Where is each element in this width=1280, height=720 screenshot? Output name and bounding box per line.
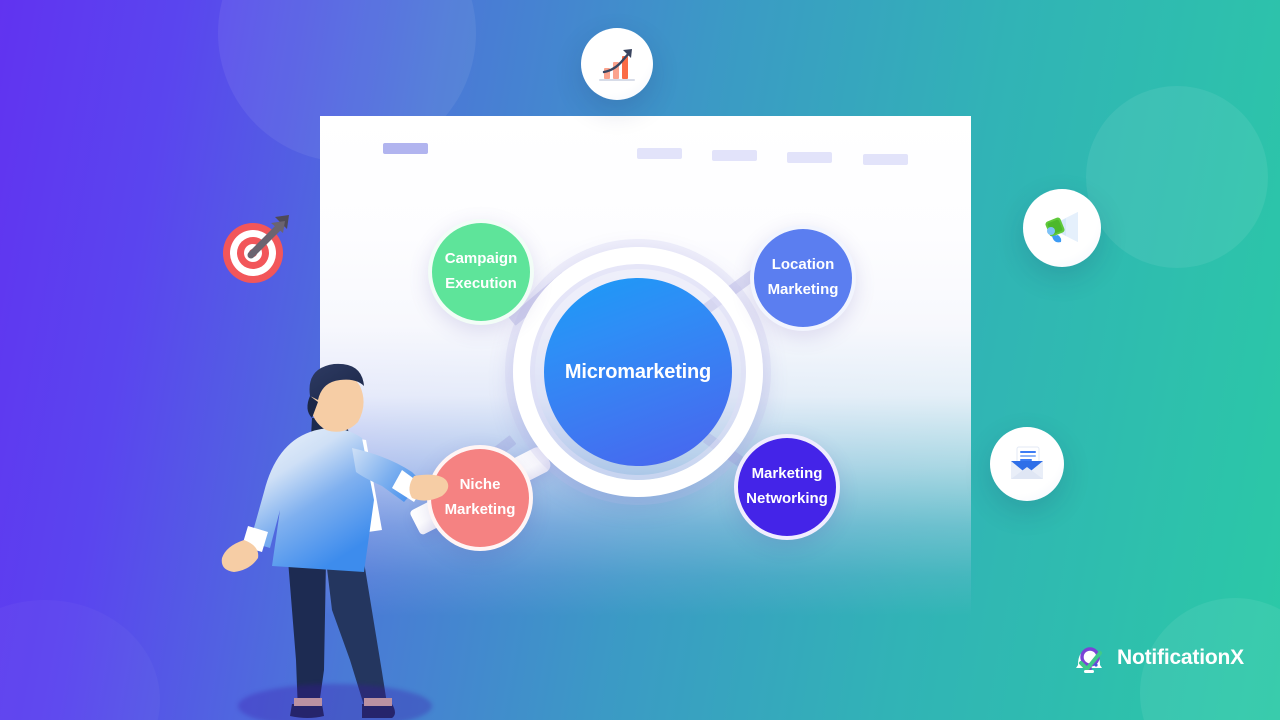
card-top-bar <box>320 116 971 178</box>
node-campaign-execution-line2: Execution <box>445 275 517 292</box>
character-left-hand <box>221 540 259 572</box>
background-blob-bottom-left <box>0 600 160 720</box>
node-location-marketing-line2: Marketing <box>767 281 839 298</box>
node-niche-marketing-line1: Niche <box>459 476 501 494</box>
node-marketing-networking-line1: Marketing <box>751 465 823 483</box>
brand-logo[interactable]: NotificationX <box>1071 640 1244 676</box>
nav-placeholder-2[interactable] <box>712 150 757 161</box>
logo-placeholder-bar <box>383 143 428 154</box>
bell-check-icon <box>1076 647 1102 673</box>
character-right-hand <box>409 474 449 501</box>
nav-placeholder-1[interactable] <box>637 148 682 159</box>
nav-placeholder-4[interactable] <box>863 154 908 165</box>
character-ground-shadow <box>238 684 432 720</box>
nav-placeholder-3[interactable] <box>787 152 832 163</box>
node-location-marketing-line1: Location <box>771 256 835 274</box>
person-holding-magnifier-illustration <box>221 363 449 718</box>
target-dart-icon <box>223 215 289 283</box>
email-badge <box>990 427 1064 501</box>
email-envelope-icon <box>1011 446 1043 479</box>
node-marketing-networking[interactable]: Marketing Networking <box>734 434 840 540</box>
node-campaign-execution[interactable]: Campaign Execution <box>428 219 534 325</box>
megaphone-badge <box>1023 189 1101 267</box>
illustration-canvas: Micromarketing Campaign Execution Locati… <box>0 0 1280 720</box>
center-node-label: Micromarketing <box>564 360 712 383</box>
node-campaign-execution-line1: Campaign <box>444 250 518 268</box>
node-location-marketing[interactable]: Location Marketing <box>750 225 856 331</box>
center-node-micromarketing[interactable]: Micromarketing <box>544 278 732 466</box>
node-niche-marketing-line2: Marketing <box>444 501 516 518</box>
growth-chart-badge <box>581 28 653 100</box>
node-marketing-networking-line2: Networking <box>746 490 828 507</box>
growth-chart-icon <box>599 49 635 81</box>
megaphone-icon <box>1045 212 1078 243</box>
brand-logo-text: NotificationX <box>1117 646 1244 669</box>
background-blob-top-right <box>1086 86 1268 268</box>
